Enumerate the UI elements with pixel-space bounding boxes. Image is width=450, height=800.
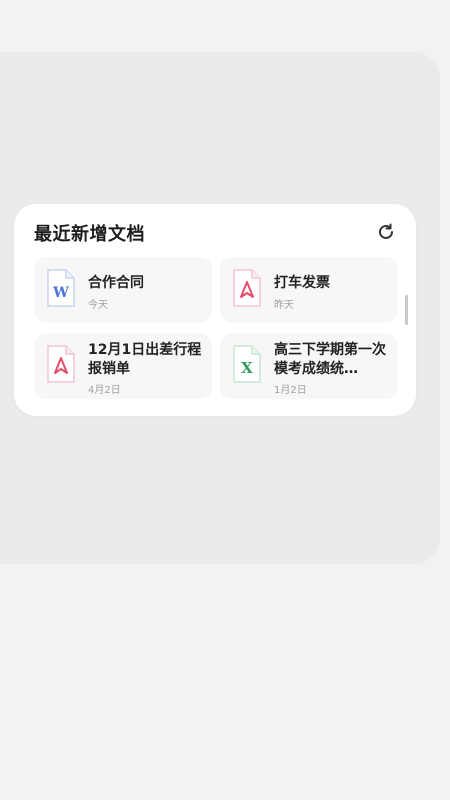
document-date: 今天 — [88, 300, 108, 311]
document-name: 12月1日出差行程报销单 — [88, 342, 202, 377]
recent-documents-widget[interactable]: 最近新增文档 W 合作合同 今天 打车发票 昨天 12月1日出差行程报销单 4月… — [14, 204, 416, 416]
svg-text:X: X — [241, 359, 253, 377]
document-card[interactable]: X 高三下学期第一次模考成绩统… 1月2日 — [220, 333, 398, 399]
word-doc-icon: W — [47, 269, 75, 307]
home-screen: 最近新增文档 W 合作合同 今天 打车发票 昨天 12月1日出差行程报销单 4月… — [0, 0, 450, 800]
document-date: 昨天 — [274, 300, 294, 311]
document-card[interactable]: 12月1日出差行程报销单 4月2日 — [34, 333, 212, 399]
pdf-doc-icon — [233, 269, 261, 307]
refresh-icon — [379, 223, 393, 239]
document-name: 打车发票 — [274, 275, 330, 291]
pdf-doc-icon — [47, 345, 75, 383]
document-name: 合作合同 — [88, 275, 144, 291]
svg-text:W: W — [52, 285, 69, 301]
widget-title: 最近新增文档 — [34, 224, 145, 245]
refresh-button[interactable] — [372, 218, 400, 246]
document-card[interactable]: 打车发票 昨天 — [220, 257, 398, 323]
excel-doc-icon: X — [233, 345, 261, 383]
document-name: 高三下学期第一次模考成绩统… — [274, 342, 386, 377]
scrollbar[interactable] — [405, 295, 408, 325]
document-date: 4月2日 — [88, 385, 121, 396]
document-date: 1月2日 — [274, 385, 307, 396]
document-card[interactable]: W 合作合同 今天 — [34, 257, 212, 323]
